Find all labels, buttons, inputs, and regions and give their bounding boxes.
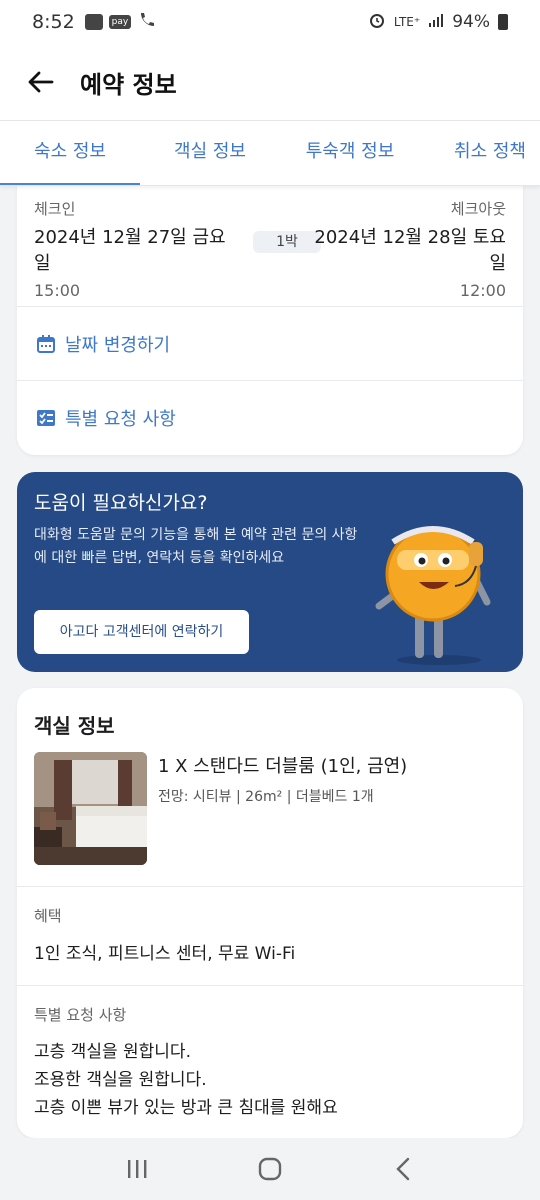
signal-icon	[428, 12, 444, 33]
special-request-button[interactable]: 특별 요청 사항	[17, 380, 523, 454]
benefits-section: 혜택 1인 조식, 피트니스 센터, 무료 Wi-Fi	[17, 886, 523, 986]
benefits-label: 혜택	[34, 907, 62, 925]
change-dates-label: 날짜 변경하기	[65, 334, 171, 356]
recent-apps-icon[interactable]	[117, 1149, 157, 1189]
special-requests-list: 고층 객실을 원합니다. 조용한 객실을 원합니다. 고층 이쁜 뷰가 있는 방…	[34, 1038, 338, 1122]
checklist-icon	[35, 407, 57, 429]
benefits-value: 1인 조식, 피트니스 센터, 무료 Wi-Fi	[34, 944, 296, 964]
calendar-icon	[35, 333, 57, 355]
special-request-label: 특별 요청 사항	[65, 408, 176, 430]
help-text: 대화형 도움말 문의 기능을 통해 본 예약 관련 문의 사항에 대한 빠른 답…	[34, 527, 358, 566]
tab-cancellation-policy[interactable]: 취소 정책	[420, 121, 540, 185]
page-title: 예약 정보	[80, 70, 177, 99]
gallery-icon	[84, 14, 103, 30]
checkin-block: 체크인 2024년 12월 27일 금요일 15:00	[34, 198, 234, 300]
mascot-illustration	[371, 502, 501, 667]
room-photo[interactable]	[34, 752, 147, 865]
tab-room-info[interactable]: 객실 정보	[140, 121, 280, 185]
battery-percent: 94%	[452, 12, 490, 32]
room-name: 1 X 스탠다드 더블룸 (1인, 금연)	[158, 756, 408, 777]
checkout-label: 체크아웃	[450, 200, 506, 218]
tab-property-info[interactable]: 숙소 정보	[0, 121, 140, 185]
contact-customer-center-button[interactable]: 아고다 고객센터에 연락하기	[34, 610, 249, 654]
back-arrow-icon[interactable]	[26, 67, 56, 97]
special-requests-label: 특별 요청 사항	[34, 1006, 127, 1024]
dates-row: 체크인 2024년 12월 27일 금요일 15:00 1박 체크아웃 2024…	[34, 198, 506, 308]
home-icon[interactable]	[250, 1149, 290, 1189]
checkin-label: 체크인	[34, 200, 76, 218]
help-title: 도움이 필요하신가요?	[34, 492, 208, 514]
call-icon	[137, 11, 157, 34]
alarm-icon	[368, 11, 386, 34]
battery-icon	[498, 14, 508, 30]
tab-bar: 숙소 정보 객실 정보 투숙객 정보 취소 정책	[0, 120, 540, 186]
back-nav-icon[interactable]	[383, 1149, 423, 1189]
room-detail: 전망: 시티뷰 | 26m² | 더블베드 1개	[158, 789, 374, 805]
change-dates-button[interactable]: 날짜 변경하기	[17, 306, 523, 380]
status-time: 8:52	[32, 11, 75, 33]
checkout-time: 12:00	[459, 281, 506, 300]
app-header: 예약 정보	[0, 44, 540, 120]
network-label: LTE⁺	[393, 15, 421, 29]
special-request-item: 고층 객실을 원합니다.	[34, 1042, 191, 1062]
checkin-time: 15:00	[34, 281, 81, 300]
status-bar: 8:52 pay LTE⁺ 94%	[0, 0, 540, 44]
special-request-item: 조용한 객실을 원합니다.	[34, 1070, 207, 1090]
checkout-date: 2024년 12월 28일 토요일	[314, 227, 506, 274]
help-card: 도움이 필요하신가요? 대화형 도움말 문의 기능을 통해 본 예약 관련 문의…	[17, 472, 523, 672]
checkout-block: 체크아웃 2024년 12월 28일 토요일 12:00	[306, 198, 506, 300]
tab-guest-info[interactable]: 투숙객 정보	[280, 121, 420, 185]
dates-card: 체크인 2024년 12월 27일 금요일 15:00 1박 체크아웃 2024…	[17, 170, 523, 455]
system-nav-bar	[0, 1138, 540, 1200]
checkin-date: 2024년 12월 27일 금요일	[34, 227, 226, 274]
room-section-title: 객실 정보	[34, 714, 115, 738]
special-request-item: 고층 이쁜 뷰가 있는 방과 큰 침대를 원해요	[34, 1098, 338, 1118]
pay-icon: pay	[108, 15, 132, 29]
special-requests-section: 특별 요청 사항 고층 객실을 원합니다. 조용한 객실을 원합니다. 고층 이…	[17, 985, 523, 1138]
room-info-card: 객실 정보 1 X 스탠다드 더블룸 (1인, 금연) 전망: 시티뷰 | 26…	[17, 688, 523, 1138]
